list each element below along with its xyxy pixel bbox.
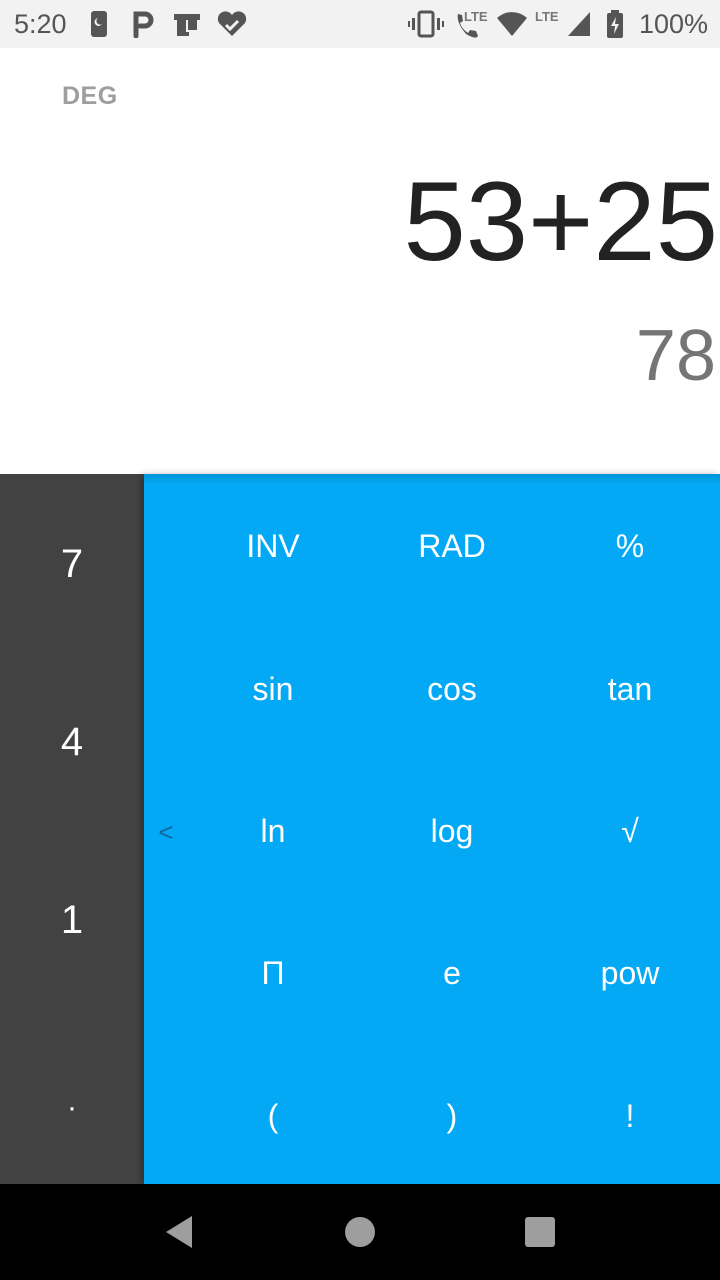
lte-label-2: LTE xyxy=(535,9,559,24)
tan-button[interactable]: tan xyxy=(560,659,700,719)
ln-button[interactable]: ln xyxy=(203,801,343,861)
vibrate-icon xyxy=(408,10,444,38)
battery-percent: 100% xyxy=(638,9,708,39)
recents-icon[interactable] xyxy=(520,1212,560,1252)
sqrt-button[interactable]: √ xyxy=(560,801,700,861)
pi-button[interactable]: Π xyxy=(203,943,343,1003)
heart-check-icon xyxy=(217,11,247,36)
phone-icon xyxy=(91,11,107,37)
decimal-point-button[interactable]: · xyxy=(0,1078,144,1138)
status-time: 5:20 xyxy=(14,9,67,39)
digit-1-button[interactable]: 1 xyxy=(0,890,144,950)
rad-button[interactable]: RAD xyxy=(382,516,522,576)
e-button[interactable]: e xyxy=(382,943,522,1003)
digit-7-button[interactable]: 7 xyxy=(0,534,144,594)
bag-app-icon xyxy=(174,14,200,36)
number-pad: 7 4 1 · xyxy=(0,474,144,1184)
battery-icon xyxy=(607,10,623,38)
digit-4-button[interactable]: 4 xyxy=(0,712,144,772)
sin-button[interactable]: sin xyxy=(203,659,343,719)
collapse-arrow-icon[interactable]: < xyxy=(154,814,178,850)
parking-app-icon xyxy=(133,11,154,38)
status-bar: 5:20 LTE LTE 100% xyxy=(0,0,720,48)
navigation-bar xyxy=(0,1184,720,1280)
advanced-pad[interactable]: < INV RAD % sin cos tan ln log √ Π e pow… xyxy=(144,474,720,1184)
angle-mode-indicator: DEG xyxy=(62,82,118,110)
signal-icon xyxy=(568,12,590,36)
result-preview: 78 xyxy=(635,316,716,396)
right-paren-button[interactable]: ) xyxy=(382,1086,522,1146)
inv-button[interactable]: INV xyxy=(203,516,343,576)
calculator-display: DEG 53+25 78 xyxy=(0,48,720,474)
pad-shadow xyxy=(144,474,720,484)
factorial-button[interactable]: ! xyxy=(560,1086,700,1146)
cos-button[interactable]: cos xyxy=(382,659,522,719)
log-button[interactable]: log xyxy=(382,801,522,861)
left-paren-button[interactable]: ( xyxy=(203,1086,343,1146)
lte-label-1: LTE xyxy=(464,9,488,24)
back-icon[interactable] xyxy=(160,1212,200,1252)
expression-field[interactable]: 53+25 xyxy=(403,166,718,278)
wifi-icon xyxy=(497,12,527,37)
percent-button[interactable]: % xyxy=(560,516,700,576)
pow-button[interactable]: pow xyxy=(560,943,700,1003)
home-icon[interactable] xyxy=(340,1212,380,1252)
